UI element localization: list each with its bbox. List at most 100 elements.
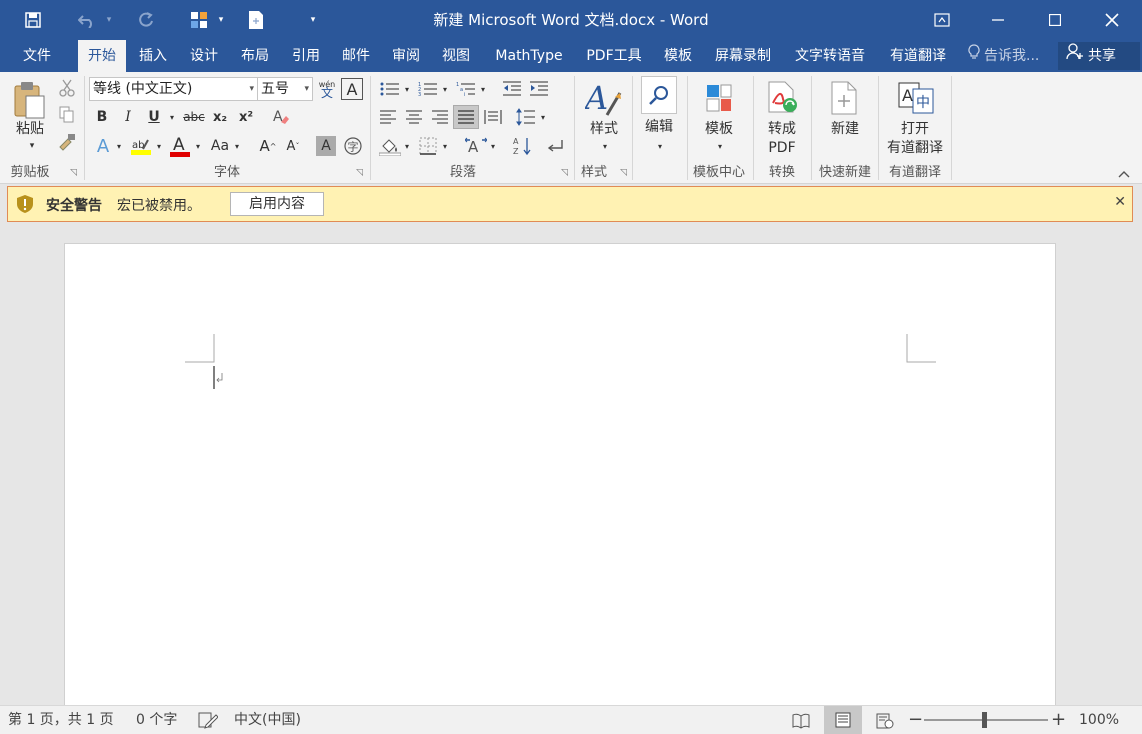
tab-screen-recording[interactable]: 屏幕录制	[706, 40, 780, 72]
align-left-icon[interactable]	[377, 106, 399, 128]
enclose-characters-icon[interactable]: 字	[342, 135, 364, 157]
font-color-dropdown-icon[interactable]: ▾	[193, 136, 203, 156]
undo-icon[interactable]	[72, 0, 102, 40]
borders-dropdown-icon[interactable]: ▾	[440, 136, 450, 156]
align-right-icon[interactable]	[429, 106, 451, 128]
asian-typography-icon[interactable]: A	[463, 134, 489, 158]
styles-icon[interactable]: A	[584, 78, 624, 118]
tab-design[interactable]: 设计	[180, 40, 228, 72]
proofing-icon[interactable]	[198, 711, 219, 729]
sort-icon[interactable]: AZ	[512, 134, 534, 158]
zoom-level[interactable]: 100%	[1079, 706, 1119, 734]
tab-view[interactable]: 视图	[432, 40, 480, 72]
increase-indent-icon[interactable]	[527, 78, 551, 100]
multilevel-dropdown-icon[interactable]: ▾	[478, 80, 488, 98]
paste-label[interactable]: 粘贴	[10, 120, 50, 139]
undo-dropdown-icon[interactable]: ▾	[100, 0, 118, 40]
cut-icon[interactable]	[56, 78, 78, 98]
template-label[interactable]: 模板	[697, 120, 741, 139]
highlight-icon[interactable]: ab	[129, 134, 153, 158]
line-spacing-icon[interactable]	[514, 106, 538, 128]
share-button[interactable]: 共享	[1058, 42, 1140, 70]
paragraph-launcher-icon[interactable]: ◹	[561, 168, 568, 178]
character-shading-icon[interactable]: A	[316, 136, 336, 156]
grow-font-icon[interactable]: A ^	[257, 134, 279, 158]
template-dropdown-icon[interactable]: ▾	[713, 140, 727, 152]
phonetic-guide-icon[interactable]: wén 文	[316, 77, 338, 101]
styles-launcher-icon[interactable]: ◹	[620, 168, 627, 178]
show-paragraph-marks-icon[interactable]	[544, 134, 566, 158]
convert-pdf-label-line1[interactable]: 转成	[757, 120, 807, 139]
tab-text-to-speech[interactable]: 文字转语音	[784, 40, 876, 72]
print-layout-icon[interactable]	[824, 706, 862, 734]
ribbon-display-icon[interactable]	[916, 0, 968, 40]
text-effects-icon[interactable]: A	[92, 134, 114, 158]
pdf-convert-icon[interactable]	[763, 78, 801, 118]
clear-formatting-icon[interactable]: A	[270, 106, 292, 128]
multilevel-list-icon[interactable]: 1ai	[453, 78, 479, 100]
change-case-button[interactable]: Aa	[208, 134, 232, 158]
document-page[interactable]	[64, 243, 1056, 713]
font-launcher-icon[interactable]: ◹	[356, 168, 363, 178]
subscript-button[interactable]: x₂	[209, 106, 231, 128]
zoom-out-button[interactable]: −	[908, 706, 923, 734]
underline-button[interactable]: U	[144, 106, 164, 128]
decrease-indent-icon[interactable]	[500, 78, 524, 100]
read-mode-icon[interactable]	[792, 711, 810, 729]
customize-qat-icon[interactable]: ▾	[306, 0, 320, 40]
language-indicator[interactable]: 中文(中国)	[234, 706, 301, 734]
paste-dropdown-icon[interactable]: ▾	[26, 140, 38, 152]
shading-dropdown-icon[interactable]: ▾	[402, 136, 412, 156]
tab-layout[interactable]: 布局	[231, 40, 279, 72]
youdao-translate-icon[interactable]: A中	[895, 78, 937, 118]
quick-new-label[interactable]: 新建	[822, 120, 868, 139]
tab-youdao[interactable]: 有道翻译	[880, 40, 956, 72]
tab-mailings[interactable]: 邮件	[332, 40, 380, 72]
word-count[interactable]: 0 个字	[136, 706, 177, 734]
underline-dropdown-icon[interactable]: ▾	[166, 106, 178, 128]
collapse-ribbon-icon[interactable]	[1114, 166, 1134, 182]
highlight-dropdown-icon[interactable]: ▾	[154, 136, 164, 156]
borders-icon[interactable]	[416, 134, 440, 158]
new-document-icon[interactable]	[244, 0, 268, 40]
superscript-button[interactable]: x²	[235, 106, 257, 128]
open-youdao-label-line2[interactable]: 有道翻译	[880, 139, 950, 158]
tab-pdf-tools[interactable]: PDF工具	[578, 40, 650, 72]
font-size-combobox[interactable]: 五号 ▾	[257, 77, 313, 101]
new-blank-document-icon[interactable]	[825, 78, 863, 118]
change-case-dropdown-icon[interactable]: ▾	[232, 136, 242, 156]
redo-icon[interactable]	[132, 0, 160, 40]
paste-icon[interactable]	[10, 78, 48, 122]
enable-content-button[interactable]: 启用内容	[230, 192, 324, 216]
character-border-icon[interactable]: A	[341, 78, 363, 100]
find-icon[interactable]	[641, 76, 677, 114]
zoom-in-button[interactable]: +	[1051, 706, 1066, 734]
tab-template[interactable]: 模板	[654, 40, 702, 72]
asian-typography-dropdown-icon[interactable]: ▾	[488, 136, 498, 156]
text-effects-dropdown-icon[interactable]: ▾	[114, 136, 124, 156]
web-layout-icon[interactable]	[876, 711, 894, 729]
bold-button[interactable]: B	[92, 106, 112, 128]
page-count[interactable]: 第 1 页，共 1 页	[8, 706, 114, 734]
tab-home[interactable]: 开始	[78, 40, 126, 72]
clipboard-launcher-icon[interactable]: ◹	[70, 168, 77, 178]
font-name-combobox[interactable]: 等线 (中文正文) ▾	[89, 77, 258, 101]
minimize-icon[interactable]	[972, 0, 1024, 40]
format-painter-icon[interactable]	[56, 132, 78, 152]
convert-pdf-label-line2[interactable]: PDF	[757, 139, 807, 158]
editing-label[interactable]: 编辑	[637, 118, 681, 137]
template-icon[interactable]	[700, 78, 738, 118]
font-color-icon[interactable]: A	[168, 134, 192, 158]
bullets-dropdown-icon[interactable]: ▾	[402, 80, 412, 98]
italic-button[interactable]: I	[118, 106, 138, 128]
styles-dropdown-icon[interactable]: ▾	[598, 140, 612, 152]
maximize-icon[interactable]	[1029, 0, 1081, 40]
close-icon[interactable]: ✕	[1114, 194, 1126, 210]
tab-mathtype[interactable]: MathType	[484, 40, 574, 72]
align-center-icon[interactable]	[403, 106, 425, 128]
editing-dropdown-icon[interactable]: ▾	[653, 140, 667, 152]
tab-insert[interactable]: 插入	[129, 40, 177, 72]
distributed-icon[interactable]	[482, 106, 504, 128]
line-spacing-dropdown-icon[interactable]: ▾	[538, 108, 548, 126]
close-icon[interactable]	[1086, 0, 1138, 40]
